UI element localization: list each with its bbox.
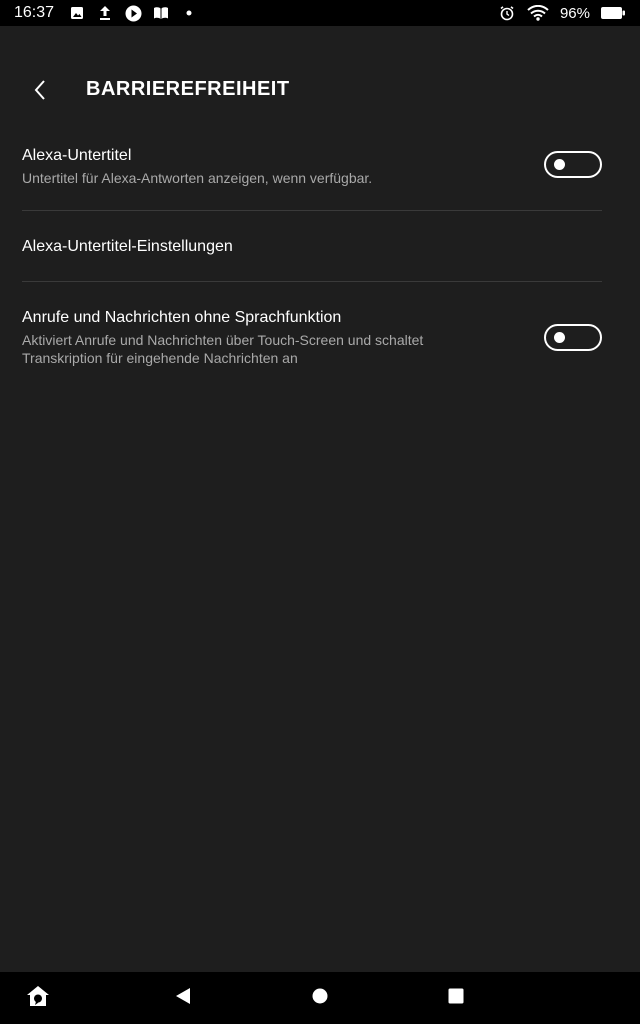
- play-icon: [124, 4, 142, 22]
- setting-description-line: Transkription für eingehende Nachrichten…: [22, 350, 298, 366]
- toggle-knob: [554, 332, 565, 343]
- setting-text: Alexa-Untertitel Untertitel für Alexa-An…: [22, 146, 492, 187]
- back-triangle-icon: [174, 987, 192, 1010]
- alarm-icon: [498, 4, 516, 22]
- wifi-icon: [526, 4, 550, 22]
- status-left: 16:37: [14, 4, 198, 22]
- recents-nav-button[interactable]: [443, 985, 469, 1011]
- upload-icon: [96, 4, 114, 22]
- setting-description: Untertitel für Alexa-Antworten anzeigen,…: [22, 170, 373, 186]
- back-button[interactable]: [22, 74, 58, 110]
- setting-text: Alexa-Untertitel-Einstellungen: [22, 237, 233, 257]
- recents-square-icon: [448, 988, 464, 1009]
- battery-percent: 96%: [559, 4, 590, 22]
- calls-messages-toggle[interactable]: [544, 324, 602, 351]
- photo-icon: [68, 4, 86, 22]
- setting-description-line: Aktiviert Anrufe und Nachrichten über To…: [22, 332, 424, 348]
- setting-alexa-subtitle-settings[interactable]: Alexa-Untertitel-Einstellungen: [22, 210, 602, 281]
- header: BARRIEREFREIHEIT: [0, 26, 640, 156]
- setting-text: Anrufe und Nachrichten ohne Sprachfunkti…: [22, 308, 492, 367]
- home-circle-icon: [312, 988, 328, 1009]
- setting-title: Anrufe und Nachrichten ohne Sprachfunkti…: [22, 309, 342, 326]
- dot-icon: [180, 4, 198, 22]
- setting-description: Aktiviert Anrufe und Nachrichten über To…: [22, 331, 492, 367]
- page-title: BARRIEREFREIHEIT: [86, 78, 290, 100]
- status-right: 96%: [498, 4, 626, 22]
- setting-title: Alexa-Untertitel-Einstellungen: [22, 238, 233, 255]
- screen: 16:37 96% BARRIEREFREIHEIT Alexa-Unterti…: [0, 0, 640, 1024]
- battery-icon: [600, 4, 626, 22]
- toggle-knob: [554, 159, 565, 170]
- settings-list: Alexa-Untertitel Untertitel für Alexa-An…: [22, 138, 602, 381]
- home-nav-button[interactable]: [307, 985, 333, 1011]
- setting-alexa-subtitles[interactable]: Alexa-Untertitel Untertitel für Alexa-An…: [22, 138, 602, 210]
- status-time: 16:37: [14, 4, 55, 21]
- navigation-bar: [0, 972, 640, 1024]
- alexa-home-button[interactable]: [25, 985, 51, 1011]
- back-nav-button[interactable]: [170, 985, 196, 1011]
- alexa-home-icon: [26, 985, 50, 1012]
- setting-title: Alexa-Untertitel: [22, 147, 132, 164]
- book-icon: [152, 4, 170, 22]
- chevron-left-icon: [33, 79, 47, 106]
- alexa-subtitles-toggle[interactable]: [544, 151, 602, 178]
- setting-calls-messages-without-voice[interactable]: Anrufe und Nachrichten ohne Sprachfunkti…: [22, 281, 602, 381]
- status-bar: 16:37 96%: [0, 0, 640, 26]
